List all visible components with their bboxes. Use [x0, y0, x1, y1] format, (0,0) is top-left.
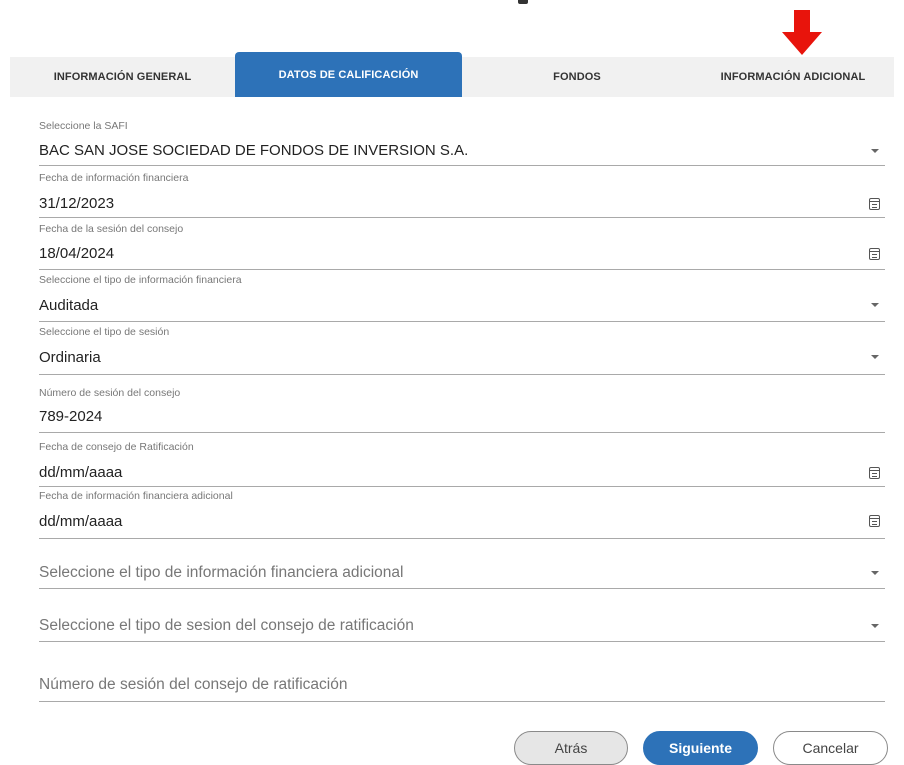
fecha-sesion-consejo-value: 18/04/2024 [39, 245, 115, 262]
fecha-consejo-ratificacion-field[interactable]: Fecha de consejo de Ratificación dd/mm/a… [39, 437, 885, 487]
calendar-icon[interactable] [869, 467, 880, 479]
numero-sesion-consejo-ratificacion-placeholder: Número de sesión del consejo de ratifica… [39, 676, 348, 693]
tab-bar: INFORMACIÓN GENERAL DATOS DE CALIFICACIÓ… [10, 52, 894, 97]
chevron-down-icon [871, 355, 879, 359]
fecha-informacion-financiera-adicional-label: Fecha de información financiera adiciona… [39, 490, 233, 502]
cropped-header-fragment [518, 0, 528, 4]
tipo-informacion-financiera-value: Auditada [39, 297, 99, 314]
calendar-icon[interactable] [869, 515, 880, 527]
tipo-sesion-select[interactable]: Seleccione el tipo de sesión Ordinaria [39, 323, 885, 375]
fecha-informacion-financiera-adicional-value: dd/mm/aaaa [39, 513, 123, 530]
calendar-icon[interactable] [869, 248, 880, 260]
tipo-informacion-financiera-adicional-placeholder: Seleccione el tipo de información financ… [39, 564, 404, 581]
fecha-informacion-financiera-value: 31/12/2023 [39, 195, 115, 212]
tipo-informacion-financiera-adicional-select[interactable]: Seleccione el tipo de información financ… [39, 555, 885, 589]
tipo-sesion-consejo-ratificacion-placeholder: Seleccione el tipo de sesion del consejo… [39, 617, 414, 634]
fecha-sesion-consejo-label: Fecha de la sesión del consejo [39, 223, 184, 235]
fecha-informacion-financiera-field[interactable]: Fecha de información financiera 31/12/20… [39, 168, 885, 218]
numero-sesion-consejo-field[interactable]: Número de sesión del consejo 789-2024 [39, 384, 885, 433]
calendar-icon[interactable] [869, 198, 880, 210]
tab-datos-de-calificacion[interactable]: DATOS DE CALIFICACIÓN [235, 52, 462, 97]
safi-value: BAC SAN JOSE SOCIEDAD DE FONDOS DE INVER… [39, 142, 469, 159]
safi-label: Seleccione la SAFI [39, 120, 128, 132]
chevron-down-icon [871, 624, 879, 628]
fecha-sesion-consejo-field[interactable]: Fecha de la sesión del consejo 18/04/202… [39, 219, 885, 270]
tipo-sesion-value: Ordinaria [39, 349, 101, 366]
tab-informacion-general[interactable]: INFORMACIÓN GENERAL [10, 57, 235, 97]
tipo-informacion-financiera-label: Seleccione el tipo de información financ… [39, 274, 242, 286]
tipo-sesion-label: Seleccione el tipo de sesión [39, 326, 170, 338]
safi-select[interactable]: Seleccione la SAFI BAC SAN JOSE SOCIEDAD… [39, 117, 885, 166]
numero-sesion-consejo-value: 789-2024 [39, 408, 103, 425]
numero-sesion-consejo-ratificacion-field[interactable]: Número de sesión del consejo de ratifica… [39, 665, 885, 702]
next-button[interactable]: Siguiente [643, 731, 758, 765]
back-button[interactable]: Atrás [514, 731, 628, 765]
fecha-consejo-ratificacion-label: Fecha de consejo de Ratificación [39, 441, 194, 453]
red-arrow-annotation-icon [782, 10, 822, 55]
fecha-consejo-ratificacion-value: dd/mm/aaaa [39, 464, 123, 481]
chevron-down-icon [871, 149, 879, 153]
numero-sesion-consejo-label: Número de sesión del consejo [39, 387, 181, 399]
fecha-informacion-financiera-adicional-field[interactable]: Fecha de información financiera adiciona… [39, 487, 885, 539]
tab-informacion-adicional[interactable]: INFORMACIÓN ADICIONAL [692, 57, 894, 97]
fecha-informacion-financiera-label: Fecha de información financiera [39, 172, 189, 184]
tipo-sesion-consejo-ratificacion-select[interactable]: Seleccione el tipo de sesion del consejo… [39, 608, 885, 642]
tipo-informacion-financiera-select[interactable]: Seleccione el tipo de información financ… [39, 271, 885, 322]
cancel-button[interactable]: Cancelar [773, 731, 888, 765]
chevron-down-icon [871, 303, 879, 307]
chevron-down-icon [871, 571, 879, 575]
tab-fondos[interactable]: FONDOS [462, 57, 692, 97]
